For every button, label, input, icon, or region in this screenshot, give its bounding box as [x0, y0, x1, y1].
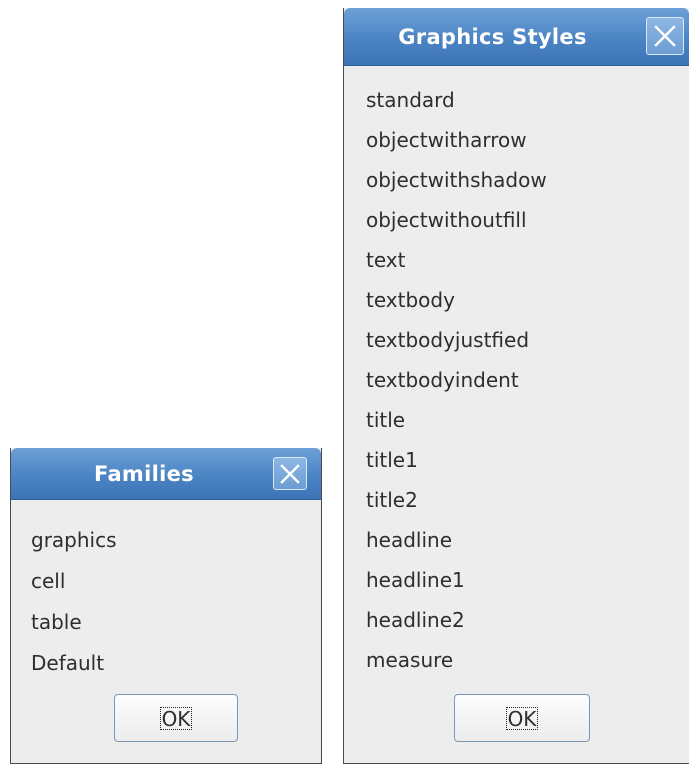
families-dialog: Families graphics cell table Default OK [10, 448, 322, 764]
list-item[interactable]: objectwithoutfill [366, 208, 527, 232]
graphics-styles-title: Graphics Styles [398, 24, 587, 49]
close-x-icon [654, 25, 676, 47]
list-item[interactable]: graphics [31, 528, 117, 552]
list-item[interactable]: measure [366, 648, 453, 672]
list-item[interactable]: title1 [366, 448, 418, 472]
graphics-styles-ok-button[interactable]: OK [454, 694, 590, 742]
list-item[interactable]: text [366, 248, 405, 272]
families-titlebar[interactable]: Families [11, 448, 321, 500]
list-item[interactable]: cell [31, 569, 65, 593]
list-item[interactable]: objectwitharrow [366, 128, 527, 152]
ok-button-label: OK [505, 706, 539, 731]
list-item[interactable]: Default [31, 651, 104, 675]
close-x-icon [280, 463, 300, 484]
ok-button-label: OK [159, 706, 193, 731]
families-ok-button[interactable]: OK [114, 694, 238, 742]
graphics-styles-close-button[interactable] [646, 17, 684, 55]
families-close-button[interactable] [273, 457, 307, 490]
list-item[interactable]: headline1 [366, 568, 465, 592]
list-item[interactable]: objectwithshadow [366, 168, 547, 192]
list-item[interactable]: title [366, 408, 405, 432]
list-item[interactable]: title2 [366, 488, 418, 512]
list-item[interactable]: table [31, 610, 82, 634]
graphics-styles-titlebar[interactable]: Graphics Styles [344, 8, 689, 66]
families-title: Families [94, 461, 194, 486]
list-item[interactable]: headline2 [366, 608, 465, 632]
list-item[interactable]: textbodyindent [366, 368, 519, 392]
graphics-styles-dialog: Graphics Styles standard objectwitharrow… [343, 8, 689, 764]
list-item[interactable]: textbody [366, 288, 455, 312]
list-item[interactable]: textbodyjustfied [366, 328, 529, 352]
list-item[interactable]: headline [366, 528, 452, 552]
list-item[interactable]: standard [366, 88, 455, 112]
